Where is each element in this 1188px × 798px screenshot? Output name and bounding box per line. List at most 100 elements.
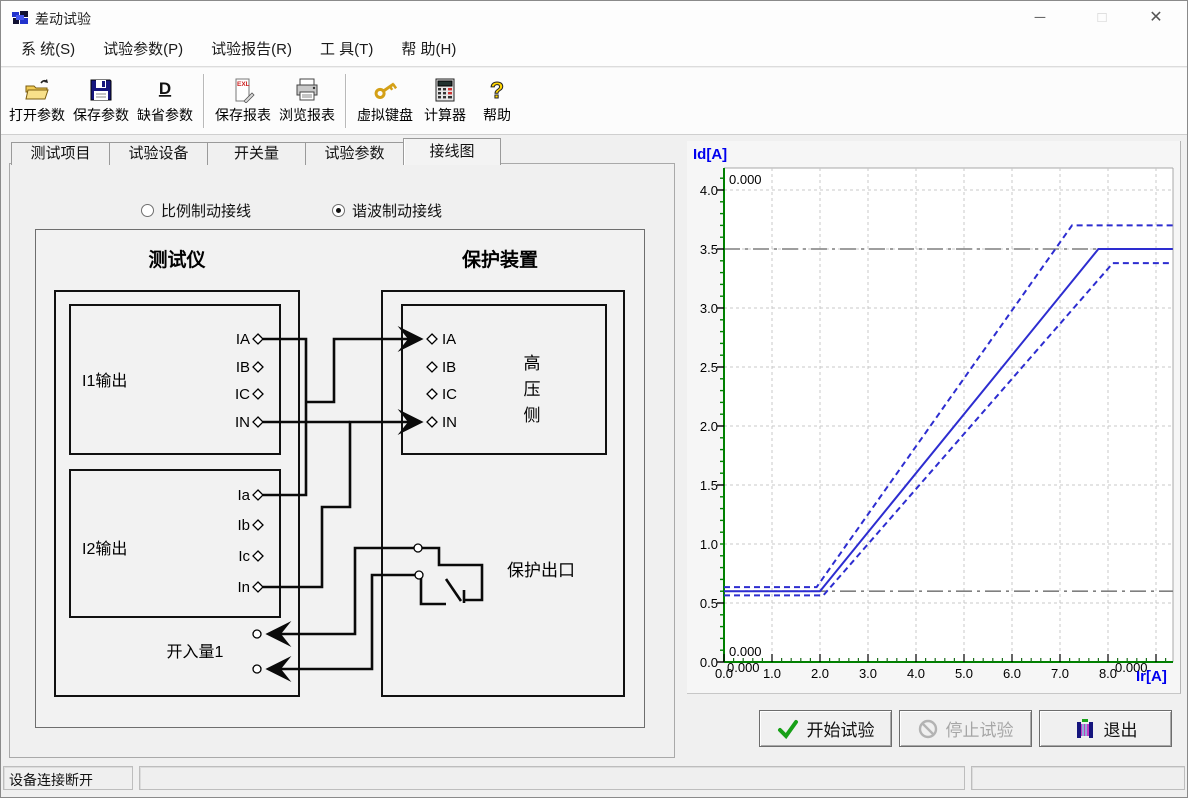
binary-input-label: 开入量1 [167, 644, 224, 661]
svg-text:2.5: 2.5 [700, 360, 718, 375]
svg-text:3.0: 3.0 [859, 666, 877, 681]
chart-panel: 0.00.51.01.52.02.53.03.54.00.01.02.03.04… [687, 141, 1181, 694]
open-params-button[interactable]: 打开参数 [5, 71, 69, 131]
report-file-icon: EXL [230, 77, 256, 103]
exit-button[interactable]: 退出 [1039, 710, 1172, 747]
maximize-button[interactable]: □ [1079, 1, 1125, 34]
minimize-button[interactable]: ─ [1017, 1, 1063, 34]
tab-test-parameters[interactable]: 试验参数 [305, 142, 403, 165]
menu-tools[interactable]: 工 具(T) [306, 34, 387, 66]
toolbar-label: 打开参数 [9, 105, 65, 125]
open-folder-icon [24, 77, 50, 103]
svg-text:D: D [159, 79, 171, 98]
toolbar-label: 保存参数 [73, 105, 129, 125]
button-label: 退出 [1104, 716, 1138, 741]
svg-text:Ir[A]: Ir[A] [1136, 668, 1167, 685]
svg-text:0.5: 0.5 [700, 596, 718, 611]
status-connection: 设备连接断开 [3, 766, 133, 790]
tab-wiring-diagram[interactable]: 接线图 [403, 138, 501, 165]
svg-text:2.0: 2.0 [811, 666, 829, 681]
save-params-button[interactable]: 保存参数 [69, 71, 133, 131]
tab-test-items[interactable]: 测试项目 [11, 142, 109, 165]
help-button[interactable]: ? 帮助 [473, 71, 521, 131]
virtual-keyboard-button[interactable]: 虚拟键盘 [353, 71, 417, 131]
i2-output-label: I2输出 [82, 540, 127, 558]
svg-text:6.0: 6.0 [1003, 666, 1021, 681]
menu-test-report[interactable]: 试验报告(R) [197, 34, 306, 66]
svg-text:1.5: 1.5 [700, 478, 718, 493]
wiring-diagram: 测试仪 保护装置 I1输出 I2输出 IA IB IC IN Ia Ib Ic … [35, 229, 645, 728]
toolbar-label: 浏览报表 [279, 105, 335, 125]
terminal-label: Ib [237, 517, 250, 534]
radio-label: 谐波制动接线 [352, 200, 442, 221]
terminal-label: IN [442, 414, 457, 431]
toolbar-separator [345, 74, 347, 128]
toolbar-label: 帮助 [483, 105, 511, 125]
svg-text:3.5: 3.5 [700, 242, 718, 257]
status-message [139, 766, 965, 790]
svg-text:0.000: 0.000 [729, 644, 762, 659]
tab-strip: 测试项目 试验设备 开关量 试验参数 接线图 [11, 140, 501, 165]
svg-text:Id[A]: Id[A] [693, 146, 727, 163]
default-d-icon: D [152, 77, 178, 103]
svg-text:高: 高 [524, 354, 541, 373]
radio-ratio-restraint[interactable]: 比例制动接线 [141, 200, 251, 221]
close-button[interactable]: ✕ [1133, 1, 1179, 34]
tab-test-equipment[interactable]: 试验设备 [109, 142, 207, 165]
tab-switching-quantity[interactable]: 开关量 [207, 142, 305, 165]
svg-text:0.000: 0.000 [727, 660, 760, 675]
window-title: 差动试验 [35, 9, 91, 29]
question-icon: ? [484, 77, 510, 103]
floppy-disk-icon [88, 77, 114, 103]
terminal-label: IN [235, 414, 250, 431]
terminal-label: IA [236, 331, 250, 348]
exit-door-icon [1074, 718, 1096, 740]
svg-text:压: 压 [524, 380, 541, 399]
svg-text:3.0: 3.0 [700, 301, 718, 316]
radio-label: 比例制动接线 [161, 200, 251, 221]
check-icon [777, 719, 799, 739]
toolbar-label: 计算器 [424, 105, 466, 125]
radio-harmonic-restraint[interactable]: 谐波制动接线 [332, 200, 442, 221]
calculator-button[interactable]: 计算器 [417, 71, 473, 131]
svg-text:2.0: 2.0 [700, 419, 718, 434]
toolbar: 打开参数 保存参数 D 缺省参数 EXL [1, 68, 1187, 135]
protection-title: 保护装置 [461, 248, 538, 271]
start-test-button[interactable]: 开始试验 [759, 710, 892, 747]
stop-test-button[interactable]: 停止试验 [899, 710, 1032, 747]
radio-circle-checked-icon[interactable] [332, 204, 345, 217]
key-icon [372, 77, 398, 103]
browse-report-button[interactable]: 浏览报表 [275, 71, 339, 131]
terminal-label: IB [236, 359, 250, 376]
i1-output-label: I1输出 [82, 372, 127, 390]
button-label: 停止试验 [946, 716, 1014, 741]
title-bar: 差动试验 ─ □ ✕ [1, 1, 1187, 34]
save-report-button[interactable]: EXL 保存报表 [211, 71, 275, 131]
characteristic-chart: 0.00.51.01.52.02.53.03.54.00.01.02.03.04… [687, 141, 1187, 694]
svg-text:4.0: 4.0 [700, 183, 718, 198]
svg-text:?: ? [490, 77, 504, 103]
status-bar: 设备连接断开 [1, 764, 1187, 792]
svg-text:1.0: 1.0 [763, 666, 781, 681]
protection-output-label: 保护出口 [507, 561, 575, 580]
menu-test-parameters[interactable]: 试验参数(P) [89, 34, 197, 66]
svg-text:0.000: 0.000 [729, 172, 762, 187]
button-label: 开始试验 [807, 716, 875, 741]
radio-circle-icon[interactable] [141, 204, 154, 217]
app-window: 差动试验 ─ □ ✕ 系 统(S) 试验参数(P) 试验报告(R) 工 具(T)… [0, 0, 1188, 798]
default-params-button[interactable]: D 缺省参数 [133, 71, 197, 131]
svg-text:1.0: 1.0 [700, 537, 718, 552]
menu-help[interactable]: 帮 助(H) [387, 34, 470, 66]
menu-system[interactable]: 系 统(S) [7, 34, 89, 66]
wiring-tab-page: 比例制动接线 谐波制动接线 测试仪 保护装置 I1输出 I2输出 [9, 163, 675, 758]
toolbar-label: 保存报表 [215, 105, 271, 125]
terminal-label: IB [442, 359, 456, 376]
svg-text:EXL: EXL [237, 81, 250, 88]
toolbar-separator [203, 74, 205, 128]
toolbar-label: 虚拟键盘 [357, 105, 413, 125]
tester-title: 测试仪 [148, 249, 206, 271]
terminal-label: IC [442, 386, 457, 403]
hv-side-label: 高 压 侧 [524, 354, 541, 425]
svg-text:7.0: 7.0 [1051, 666, 1069, 681]
terminal-label: In [237, 579, 250, 596]
